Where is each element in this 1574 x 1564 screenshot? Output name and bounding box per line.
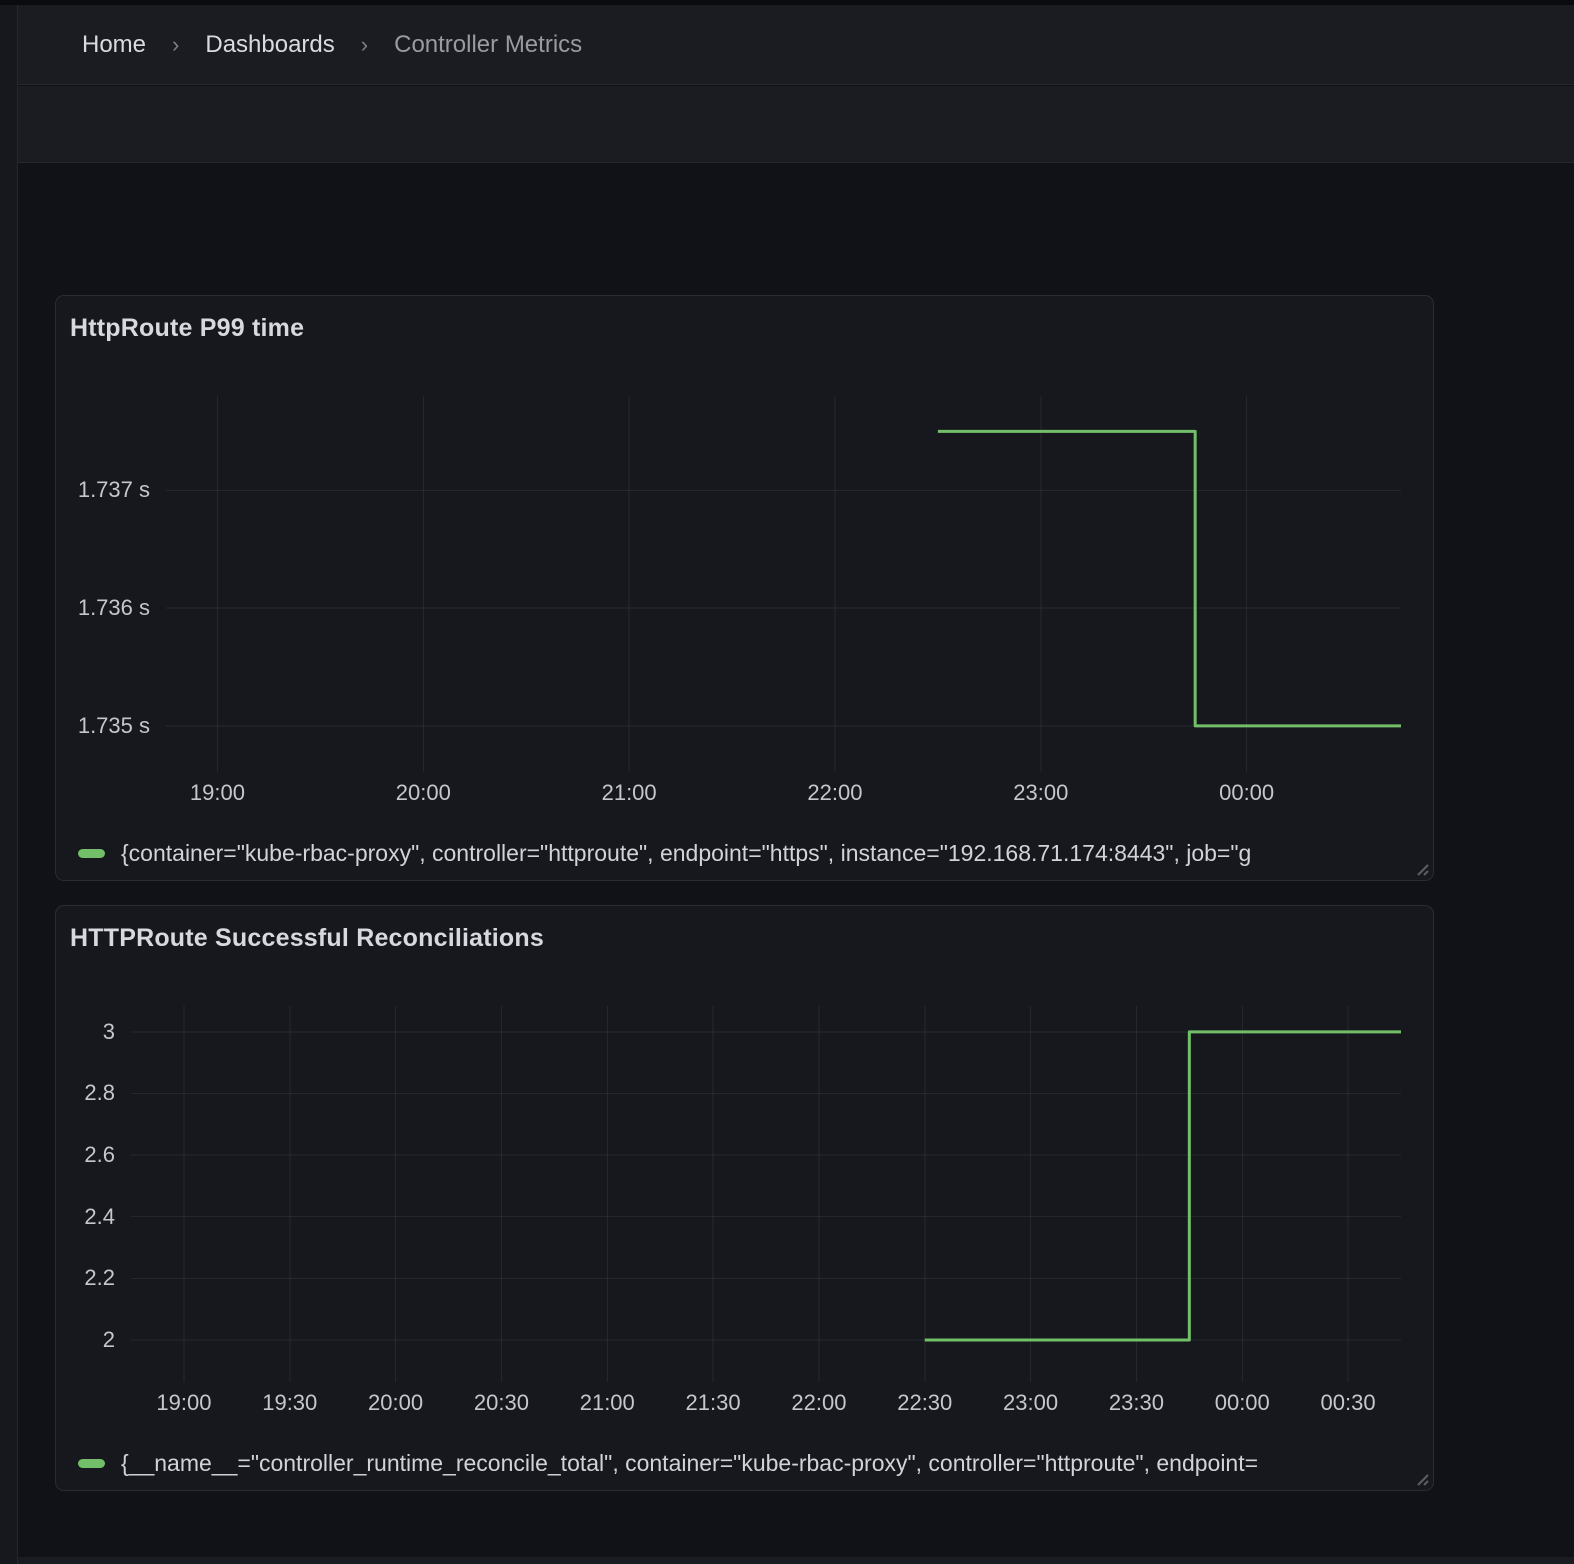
time-series-chart[interactable]: 19:00 19:30 20:00 20:30 21:00 21:30 22:00 22:30… [56, 906, 1433, 1490]
breadcrumb-home-link[interactable]: Home [82, 31, 146, 59]
chart-plot-area [131, 1006, 1401, 1382]
series-line [937, 429, 1401, 728]
breadcrumb-dashboards-link[interactable]: Dashboards [205, 31, 334, 59]
chevron-right-icon: › [360, 31, 369, 57]
chart-plot-area [166, 396, 1401, 772]
breadcrumb: Home › Dashboards › Controller Metrics [82, 31, 582, 59]
panel-title[interactable]: HttpRoute P99 time [70, 314, 304, 343]
legend-series-label[interactable]: {__name__="controller_runtime_reconcile_… [121, 1450, 1258, 1477]
series-line [924, 1030, 1401, 1342]
breadcrumb-current-page: Controller Metrics [394, 30, 583, 58]
legend-series-swatch [78, 849, 105, 858]
legend-series-swatch [78, 1459, 105, 1468]
panel-resize-handle[interactable] [1415, 1472, 1430, 1487]
legend-row: {__name__="controller_runtime_reconcile_… [78, 1450, 1425, 1477]
panel-httproute-p99-time: HttpRoute P99 time 19:00 20:00 21:00 22:00 2… [55, 295, 1434, 881]
collapsed-sidebar-rail[interactable] [0, 5, 18, 1564]
panel-title[interactable]: HTTPRoute Successful Reconciliations [70, 924, 544, 953]
chevron-right-icon: › [172, 31, 180, 57]
dashboard-toolbar [18, 86, 1574, 163]
panel-resize-handle[interactable] [1415, 862, 1430, 877]
app-header: Home › Dashboards › Controller Metrics [18, 5, 1574, 85]
legend-series-label[interactable]: {container="kube-rbac-proxy", controller… [121, 840, 1251, 867]
panel-httproute-successful-reconciliations: HTTPRoute Successful Reconciliations 19:… [55, 905, 1434, 1491]
legend-row: {container="kube-rbac-proxy", controller… [78, 840, 1425, 867]
window-bottom-edge [18, 1557, 1574, 1564]
time-series-chart[interactable]: 19:00 20:00 21:00 22:00 23:00 00:00 1.735 s 1.7… [56, 296, 1433, 880]
